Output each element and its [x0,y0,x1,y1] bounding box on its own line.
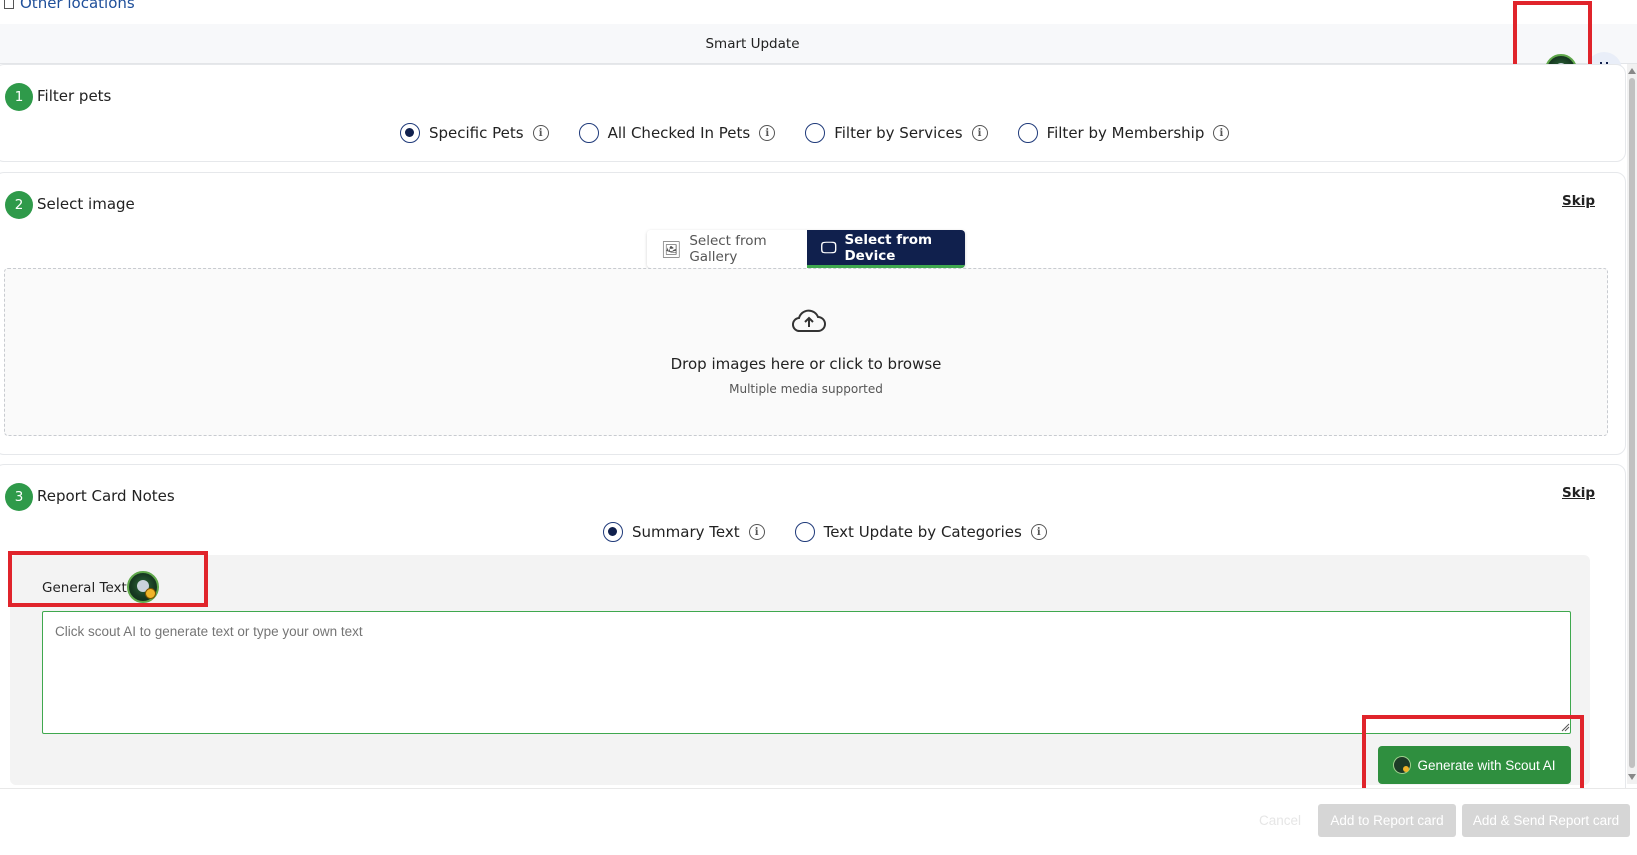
step-number: 1 [5,83,33,111]
radio-button[interactable] [400,123,420,143]
tab-select-from-device[interactable]: 🖵︎ Select from Device [807,230,965,268]
step-filter-pets: 1 Filter pets [0,64,1626,162]
other-locations-link[interactable]: Other locations [4,0,135,12]
gallery-icon: 🖼︎ [661,239,682,259]
info-icon[interactable]: i [971,125,988,141]
step-title: Report Card Notes [37,487,175,505]
image-source-tabs: 🖼︎ Select from Gallery 🖵︎ Select from De… [647,230,965,268]
image-dropzone[interactable]: Drop images here or click to browse Mult… [4,268,1608,436]
radio-specific-pets[interactable]: Specific Pets i [400,123,549,143]
dropzone-subtext: Multiple media supported [729,382,883,396]
radio-all-checked-in-pets[interactable]: All Checked In Pets i [578,123,776,143]
radio-button[interactable] [1017,123,1038,143]
radio-text-update-by-categories[interactable]: Text Update by Categories i [794,522,1047,542]
info-icon[interactable]: i [1030,524,1047,540]
scroll-up-arrow-icon[interactable] [1628,68,1636,74]
step-number: 3 [5,483,33,511]
info-icon[interactable]: i [759,125,776,141]
highlight-box-generate-button [1362,715,1584,793]
radio-button[interactable] [578,123,599,143]
radio-filter-by-services[interactable]: Filter by Services i [805,123,988,143]
top-strip: Other locations [0,0,1637,24]
cancel-button[interactable]: Cancel [1250,804,1310,837]
step-title: Filter pets [37,87,112,105]
scroll-down-arrow-icon[interactable] [1628,774,1636,780]
checkbox-icon [4,0,14,9]
notes-mode-options: Summary Text i Text Update by Categories… [603,522,1077,542]
radio-filter-by-membership[interactable]: Filter by Membership i [1017,123,1230,143]
step-number: 2 [5,191,33,219]
modal-header: Smart Update [0,24,1637,88]
scrollbar-thumb[interactable] [1629,78,1635,768]
info-icon[interactable]: i [1213,125,1230,141]
highlight-box-general-text [8,551,208,607]
modal-footer: Cancel Add to Report card Add & Send Rep… [0,788,1637,855]
cloud-upload-icon [792,309,826,332]
radio-button[interactable] [603,522,623,542]
filter-pets-options: Specific Pets i All Checked In Pets i Fi… [400,123,1259,143]
radio-button[interactable] [794,522,815,542]
info-icon[interactable]: i [532,125,549,141]
skip-notes-link[interactable]: Skip [1562,485,1595,501]
skip-image-link[interactable]: Skip [1562,193,1595,209]
dropzone-text: Drop images here or click to browse [670,355,942,373]
tab-select-from-gallery[interactable]: 🖼︎ Select from Gallery [647,230,807,268]
laptop-icon: 🖵︎ [821,237,837,257]
add-to-report-card-button[interactable]: Add to Report card [1318,804,1456,837]
radio-summary-text[interactable]: Summary Text i [603,522,765,542]
page-title: Smart Update [705,36,800,52]
radio-button[interactable] [805,123,826,143]
info-icon[interactable]: i [748,524,765,540]
step-title: Select image [37,195,135,213]
general-text-input[interactable] [42,611,1571,734]
add-and-send-report-card-button[interactable]: Add & Send Report card [1462,804,1630,837]
vertical-scrollbar[interactable] [1627,64,1637,784]
